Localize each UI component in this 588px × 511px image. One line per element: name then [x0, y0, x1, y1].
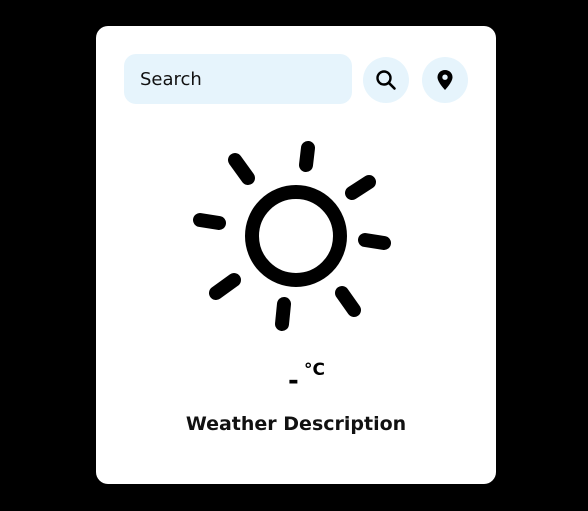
- location-pin-icon: [437, 70, 453, 90]
- weather-description: Weather Description: [185, 413, 407, 435]
- search-input[interactable]: [124, 54, 352, 104]
- temperature-value: -: [288, 366, 299, 396]
- search-button[interactable]: [363, 57, 409, 103]
- search-icon: [376, 70, 396, 90]
- weather-card: - °C Weather Description: [96, 26, 496, 484]
- location-button[interactable]: [422, 57, 468, 103]
- sun-icon: [193, 141, 391, 331]
- temperature-unit: °C: [304, 360, 325, 380]
- temperature-display: - °C: [96, 356, 496, 396]
